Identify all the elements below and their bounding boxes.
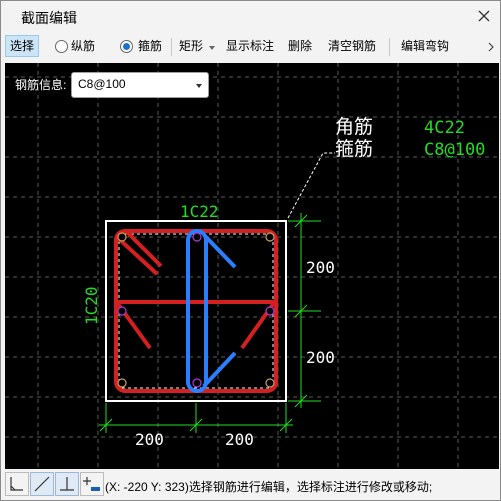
rebar-info-value: C8@100 (78, 77, 126, 91)
toolbar-separator (389, 38, 390, 56)
dim-right-bottom[interactable]: 200 (306, 348, 335, 367)
leader-line (287, 152, 335, 219)
tie-hook (116, 298, 278, 350)
add-icon (83, 477, 100, 491)
draw-line-button[interactable] (30, 472, 54, 496)
rebar-info-select[interactable]: C8@100 (71, 72, 209, 98)
vertical-tie[interactable] (186, 229, 208, 393)
perpendicular-icon (60, 477, 74, 491)
longitudinal-radio[interactable] (55, 40, 68, 53)
diagonal-line-icon (34, 476, 50, 492)
top-bar-label[interactable]: 1C22 (180, 202, 219, 221)
rebar-info-label: 钢筋信息: (15, 78, 67, 92)
chevron-right-icon[interactable] (487, 42, 495, 52)
cover-line (118, 233, 274, 389)
select-button[interactable]: 选择 (5, 35, 39, 57)
add-dimension-button[interactable] (80, 472, 104, 496)
dim-right-top[interactable]: 200 (306, 258, 335, 277)
section-outline (105, 220, 287, 402)
title-bar: 截面编辑 (1, 1, 500, 31)
delete-button[interactable]: 删除 (288, 36, 312, 56)
edit-hook-button[interactable]: 编辑弯钩 (401, 36, 449, 56)
shape-dropdown[interactable]: 矩形 (179, 36, 203, 56)
legend-corner-label: 角筋 (335, 116, 373, 138)
perpendicular-button[interactable] (55, 472, 79, 496)
rebar-points (117, 232, 275, 388)
chevron-down-icon (209, 46, 215, 50)
status-bar: (X: -220 Y: 323)选择钢筋进行编辑，选择标注进行修改或移动; (1, 469, 500, 500)
ortho-icon (10, 477, 23, 491)
toolbar: 选择 纵筋 箍筋 矩形 显示标注 删除 清空钢筋 编辑弯钩 (1, 32, 500, 60)
legend-corner-value: 4C22 (424, 118, 465, 138)
legend-stirrup-label: 箍筋 (335, 138, 373, 160)
section-editor-window: 截面编辑 选择 纵筋 箍筋 矩形 显示标注 删除 清空钢筋 编辑弯钩 角筋 箍筋… (0, 0, 501, 501)
window-title: 截面编辑 (21, 10, 77, 26)
legend-stirrup-value: C8@100 (424, 140, 485, 160)
longitudinal-label[interactable]: 纵筋 (71, 36, 95, 56)
ortho-mode-button[interactable] (5, 472, 29, 496)
side-bar-label[interactable]: 1C20 (82, 286, 101, 325)
status-text: (X: -220 Y: 323)选择钢筋进行编辑，选择标注进行修改或移动; (105, 480, 433, 494)
show-dimension-button[interactable]: 显示标注 (226, 36, 274, 56)
stirrup-radio[interactable] (120, 40, 133, 53)
toolbar-separator (171, 38, 172, 56)
outer-stirrup[interactable] (114, 229, 278, 393)
dim-bottom-right[interactable]: 200 (225, 430, 254, 449)
middle-rebar-points (117, 232, 275, 388)
drawing-canvas[interactable]: 角筋 箍筋 4C22 C8@100 1C22 1C20 200 200 200 … (5, 63, 499, 469)
dim-bottom-left[interactable]: 200 (135, 430, 164, 449)
chevron-down-icon (196, 84, 202, 88)
stirrup-label[interactable]: 箍筋 (138, 36, 162, 56)
close-icon[interactable] (476, 8, 492, 24)
vertical-tie-hook (202, 233, 237, 388)
section-drawing[interactable]: 角筋 箍筋 4C22 C8@100 1C22 1C20 200 200 200 … (5, 63, 499, 469)
clear-rebar-button[interactable]: 清空钢筋 (328, 36, 376, 56)
